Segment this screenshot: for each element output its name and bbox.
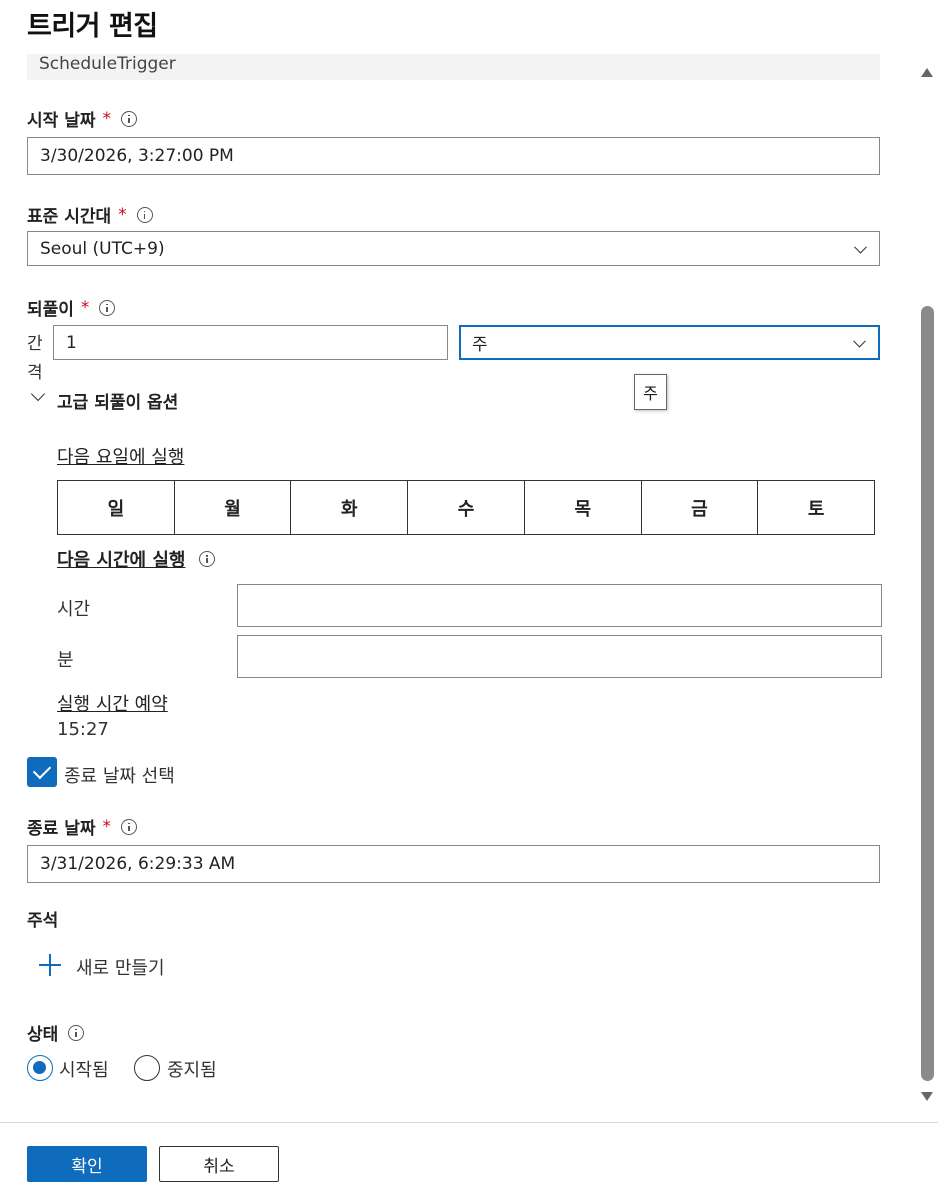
times-link[interactable]: 다음 시간에 실행 bbox=[57, 546, 185, 572]
weekday-monday[interactable]: 월 bbox=[175, 481, 292, 534]
start-date-label-text: 시작 날짜 bbox=[27, 111, 96, 131]
ok-button[interactable]: 확인 bbox=[27, 1146, 147, 1182]
info-icon[interactable] bbox=[199, 551, 216, 567]
chevron-down-icon[interactable] bbox=[30, 386, 46, 405]
chevron-down-icon bbox=[854, 240, 867, 254]
hours-input[interactable] bbox=[237, 584, 882, 627]
weekday-friday[interactable]: 금 bbox=[642, 481, 759, 534]
weekday-wednesday[interactable]: 수 bbox=[408, 481, 525, 534]
status-label-text: 상태 bbox=[27, 1025, 59, 1045]
annotations-label: 주석 bbox=[27, 911, 59, 931]
required-marker: * bbox=[102, 816, 111, 837]
info-icon[interactable] bbox=[120, 110, 137, 127]
status-label: 상태 bbox=[27, 1020, 85, 1045]
trigger-type-field: ScheduleTrigger bbox=[27, 54, 880, 80]
status-stopped-label[interactable]: 중지됨 bbox=[167, 1056, 217, 1082]
frequency-select[interactable]: 주 bbox=[459, 325, 880, 360]
advanced-options-toggle[interactable]: 고급 되풀이 옵션 bbox=[57, 388, 178, 413]
timezone-select[interactable]: Seoul (UTC+9) bbox=[27, 231, 880, 266]
timezone-value: Seoul (UTC+9) bbox=[40, 238, 165, 259]
scroll-down-icon[interactable] bbox=[921, 1092, 933, 1101]
end-date-input[interactable]: 3/31/2026, 6:29:33 AM bbox=[27, 845, 880, 883]
recurrence-label: 되풀이 * bbox=[27, 295, 116, 320]
interval-label-line2: 격 bbox=[27, 363, 43, 383]
start-date-input[interactable]: 3/30/2026, 3:27:00 PM bbox=[27, 137, 880, 175]
weekdays-link[interactable]: 다음 요일에 실행 bbox=[57, 443, 184, 469]
panel-title: 트리거 편집 bbox=[27, 11, 158, 42]
trigger-type-value: ScheduleTrigger bbox=[39, 54, 176, 74]
status-started-label[interactable]: 시작됨 bbox=[59, 1056, 109, 1082]
frequency-tooltip: 주 bbox=[634, 374, 667, 410]
start-date-value: 3/30/2026, 3:27:00 PM bbox=[40, 146, 234, 166]
weekday-selector: 일 월 화 수 목 금 토 bbox=[57, 480, 875, 535]
interval-value: 1 bbox=[66, 332, 77, 353]
times-link-row: 다음 시간에 실행 bbox=[57, 546, 216, 572]
chevron-down-icon bbox=[853, 334, 866, 348]
cancel-button[interactable]: 취소 bbox=[159, 1146, 279, 1182]
status-started-radio[interactable] bbox=[27, 1055, 53, 1081]
weekday-thursday[interactable]: 목 bbox=[525, 481, 642, 534]
weekday-sunday[interactable]: 일 bbox=[58, 481, 175, 534]
end-date-label-text: 종료 날짜 bbox=[27, 819, 96, 839]
end-date-checkbox-label[interactable]: 종료 날짜 선택 bbox=[64, 762, 175, 788]
scrollbar-thumb[interactable] bbox=[921, 306, 934, 1081]
info-icon[interactable] bbox=[136, 206, 153, 223]
frequency-value: 주 bbox=[472, 335, 488, 355]
interval-label-line1: 간 bbox=[27, 334, 43, 354]
status-stopped-radio[interactable] bbox=[134, 1055, 160, 1081]
start-date-label: 시작 날짜 * bbox=[27, 106, 137, 131]
scroll-up-icon[interactable] bbox=[921, 68, 933, 77]
weekday-tuesday[interactable]: 화 bbox=[291, 481, 409, 534]
end-date-label: 종료 날짜 * bbox=[27, 814, 137, 839]
required-marker: * bbox=[118, 204, 127, 225]
minutes-input[interactable] bbox=[237, 635, 882, 678]
required-marker: * bbox=[80, 297, 90, 318]
end-date-value: 3/31/2026, 6:29:33 AM bbox=[40, 854, 236, 874]
hours-label: 시간 bbox=[57, 599, 91, 620]
schedule-link[interactable]: 실행 시간 예약 bbox=[57, 690, 168, 716]
interval-input[interactable]: 1 bbox=[53, 325, 448, 360]
footer-divider bbox=[0, 1122, 938, 1123]
plus-icon[interactable] bbox=[39, 954, 61, 976]
info-icon[interactable] bbox=[68, 1024, 85, 1041]
info-icon[interactable] bbox=[120, 818, 137, 835]
timezone-label-text: 표준 시간대 bbox=[27, 207, 112, 227]
recurrence-label-text: 되풀이 bbox=[27, 300, 74, 320]
end-date-checkbox[interactable] bbox=[27, 757, 57, 787]
schedule-value: 15:27 bbox=[57, 719, 109, 740]
timezone-label: 표준 시간대 * bbox=[27, 202, 153, 227]
minutes-label: 분 bbox=[57, 650, 74, 671]
weekday-saturday[interactable]: 토 bbox=[758, 481, 874, 534]
info-icon[interactable] bbox=[99, 299, 116, 316]
new-annotation-button[interactable]: 새로 만들기 bbox=[76, 954, 165, 980]
required-marker: * bbox=[102, 108, 111, 129]
